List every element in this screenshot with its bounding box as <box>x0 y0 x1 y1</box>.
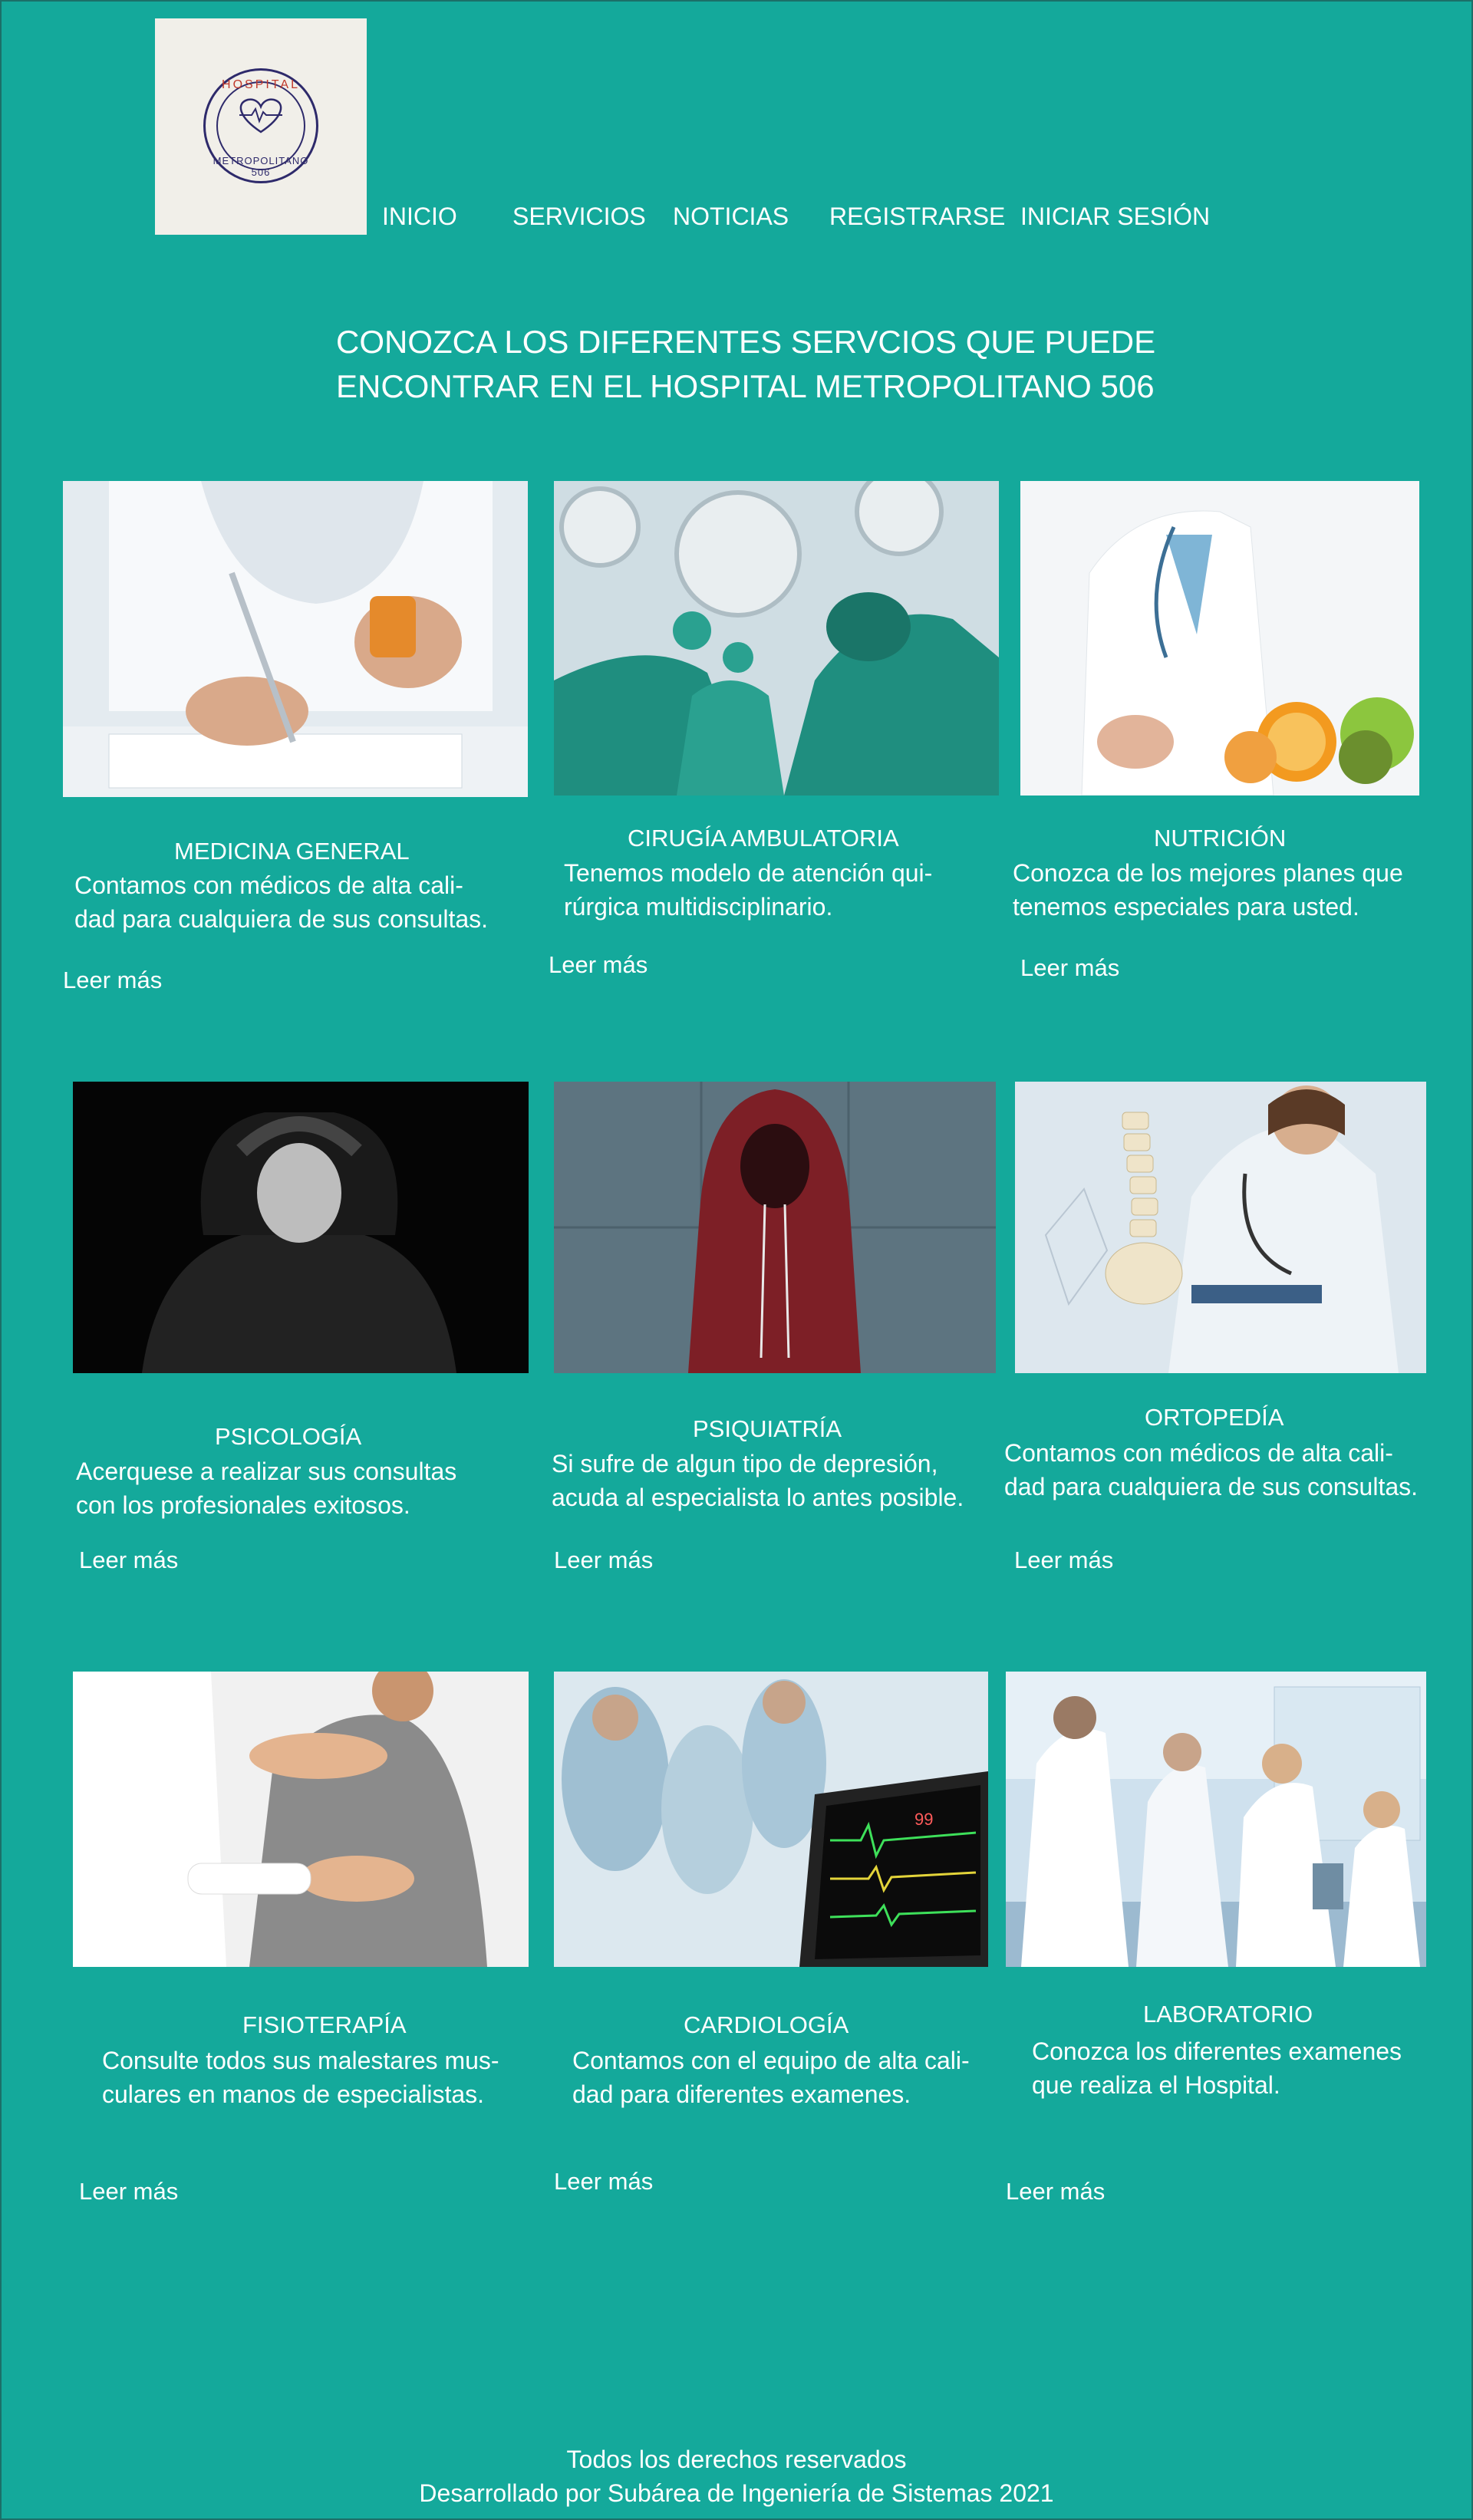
nav-servicios[interactable]: SERVICIOS <box>512 203 646 231</box>
service-title: PSICOLOGÍA <box>215 1423 362 1450</box>
hooded-person-photo <box>554 1082 996 1373</box>
heart-pulse-icon <box>239 98 282 133</box>
service-title: LABORATORIO <box>1143 2001 1313 2028</box>
laboratory-scientists-photo <box>1006 1672 1426 1967</box>
nav-iniciar-sesion[interactable]: INICIAR SESIÓN <box>1020 203 1210 231</box>
read-more-link[interactable]: Leer más <box>554 2168 653 2196</box>
headline-line-1: CONOZCA LOS DIFERENTES SERVCIOS QUE PUED… <box>336 324 1156 360</box>
nav-noticias[interactable]: NOTICIAS <box>673 203 789 231</box>
page-footer: Todos los derechos reservados Desarrolla… <box>2 2443 1471 2510</box>
logo-top-text: HOSPITAL <box>222 78 300 91</box>
service-title: NUTRICIÓN <box>1154 825 1287 852</box>
svg-text:99: 99 <box>914 1810 933 1829</box>
service-description: Consulte todos sus malestares mus-culare… <box>102 2047 499 2108</box>
cardiac-monitor-surgery-photo: 99 <box>554 1672 988 1967</box>
page-headline: CONOZCA LOS DIFERENTES SERVCIOS QUE PUED… <box>336 320 1180 409</box>
service-description: Acerquese a realizar sus consultas con lo… <box>76 1458 457 1519</box>
nav-inicio[interactable]: INICIO <box>382 203 457 231</box>
read-more-link[interactable]: Leer más <box>1014 1547 1113 1574</box>
service-description: Contamos con médicos de alta cali-dad pa… <box>74 871 489 933</box>
nutritionist-fruit-photo <box>1020 481 1419 796</box>
logo-seal: HOSPITAL METROPOLITANO 506 <box>203 68 318 183</box>
service-description: Si sufre de algun tipo de depresión, acud… <box>552 1450 964 1511</box>
logo-bottom-text: METROPOLITANO 506 <box>213 155 309 178</box>
service-description: Contamos con médicos de alta cali-dad pa… <box>1004 1439 1419 1500</box>
surgeons-operating-room-photo <box>554 481 999 796</box>
service-description: Contamos con el equipo de alta cali-dad … <box>572 2047 970 2108</box>
headline-line-2: ENCONTRAR EN EL HOSPITAL METROPOLITANO 5… <box>336 368 1155 404</box>
footer-credits: Desarrollado por Subárea de Ingeniería d… <box>419 2479 1054 2507</box>
service-description: Conozca de los mejores planes que tenemos… <box>1013 859 1403 921</box>
service-description: Tenemos modelo de atención qui-rúrgica m… <box>564 859 933 921</box>
service-description: Conozca los diferentes examenes que reali… <box>1032 2037 1402 2099</box>
service-title: CARDIOLOGÍA <box>684 2011 849 2038</box>
physiotherapy-shoulder-photo <box>73 1672 529 1967</box>
read-more-link[interactable]: Leer más <box>1020 954 1119 982</box>
read-more-link[interactable]: Leer más <box>79 1547 178 1574</box>
nav-registrarse[interactable]: REGISTRARSE <box>829 203 1005 231</box>
hospital-logo[interactable]: HOSPITAL METROPOLITANO 506 <box>155 18 367 235</box>
doctor-spine-model-photo <box>1015 1082 1426 1373</box>
doctor-writing-prescription-photo <box>63 481 528 797</box>
service-title: CIRUGÍA AMBULATORIA <box>628 825 899 852</box>
read-more-link[interactable]: Leer más <box>79 2178 178 2205</box>
footer-copyright: Todos los derechos reservados <box>566 2446 907 2473</box>
read-more-link[interactable]: Leer más <box>549 951 648 979</box>
read-more-link[interactable]: Leer más <box>63 967 162 994</box>
stressed-man-photo <box>73 1082 529 1373</box>
service-title: PSIQUIATRÍA <box>693 1415 842 1442</box>
service-title: MEDICINA GENERAL <box>174 838 410 865</box>
service-title: FISIOTERAPÍA <box>242 2011 407 2038</box>
service-title: ORTOPEDÍA <box>1145 1404 1284 1431</box>
read-more-link[interactable]: Leer más <box>554 1547 653 1574</box>
read-more-link[interactable]: Leer más <box>1006 2178 1105 2205</box>
